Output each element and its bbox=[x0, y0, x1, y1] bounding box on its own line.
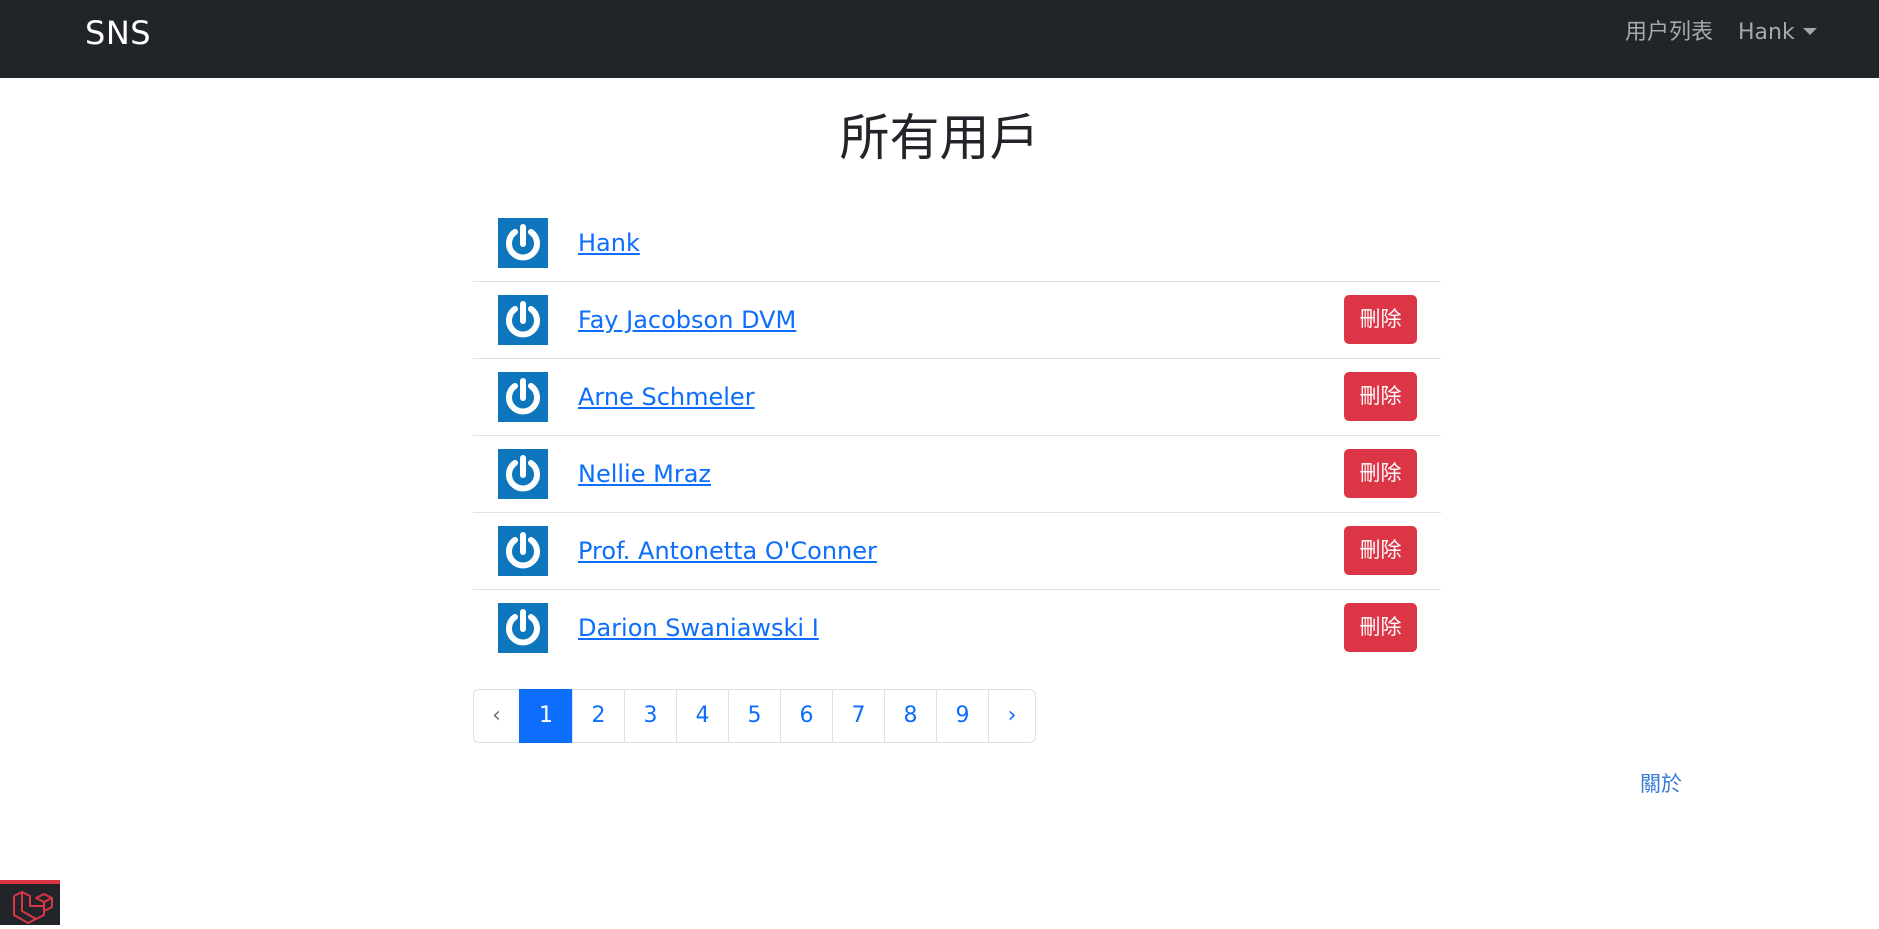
top-navbar: SNS 用户列表 Hank bbox=[0, 0, 1879, 78]
pagination: ‹ 1 2 3 4 5 6 7 8 9 › bbox=[473, 689, 1036, 743]
power-icon bbox=[498, 526, 548, 576]
power-icon bbox=[498, 218, 548, 268]
user-link[interactable]: Nellie Mraz bbox=[578, 460, 711, 488]
page-title: 所有用戶 bbox=[839, 109, 1040, 167]
list-item: Hank bbox=[473, 205, 1441, 282]
list-item: Nellie Mraz 刪除 bbox=[473, 436, 1441, 513]
pagination-page-7[interactable]: 7 bbox=[832, 689, 885, 743]
delete-button[interactable]: 刪除 bbox=[1344, 295, 1417, 344]
pagination-next[interactable]: › bbox=[988, 689, 1036, 743]
pagination-page-1[interactable]: 1 bbox=[519, 689, 573, 743]
delete-button[interactable]: 刪除 bbox=[1344, 372, 1417, 421]
delete-button[interactable]: 刪除 bbox=[1344, 603, 1417, 652]
delete-button[interactable]: 刪除 bbox=[1344, 526, 1417, 575]
user-link[interactable]: Arne Schmeler bbox=[578, 383, 755, 411]
power-icon bbox=[498, 295, 548, 345]
laravel-logo-icon[interactable] bbox=[0, 880, 60, 925]
current-user-name: Hank bbox=[1738, 20, 1795, 45]
user-link[interactable]: Hank bbox=[578, 229, 640, 257]
brand-logo[interactable]: SNS bbox=[85, 14, 151, 52]
list-item: Prof. Antonetta O'Conner 刪除 bbox=[473, 513, 1441, 590]
list-item: Arne Schmeler 刪除 bbox=[473, 359, 1441, 436]
user-list: Hank Fay Jacobson DVM 刪除 Arne Schmeler 刪… bbox=[473, 205, 1441, 666]
user-link[interactable]: Prof. Antonetta O'Conner bbox=[578, 537, 877, 565]
user-link[interactable]: Darion Swaniawski I bbox=[578, 614, 819, 642]
pagination-page-9[interactable]: 9 bbox=[936, 689, 989, 743]
pagination-page-8[interactable]: 8 bbox=[884, 689, 937, 743]
chevron-down-icon bbox=[1802, 28, 1817, 35]
power-icon bbox=[498, 603, 548, 653]
pagination-page-3[interactable]: 3 bbox=[624, 689, 677, 743]
pagination-page-5[interactable]: 5 bbox=[728, 689, 781, 743]
pagination-prev[interactable]: ‹ bbox=[473, 689, 520, 743]
user-dropdown-toggle[interactable]: Hank bbox=[1738, 20, 1817, 46]
power-icon bbox=[498, 372, 548, 422]
list-item: Fay Jacobson DVM 刪除 bbox=[473, 282, 1441, 359]
pagination-page-4[interactable]: 4 bbox=[676, 689, 729, 743]
pagination-page-2[interactable]: 2 bbox=[572, 689, 625, 743]
user-link[interactable]: Fay Jacobson DVM bbox=[578, 306, 796, 334]
delete-button[interactable]: 刪除 bbox=[1344, 449, 1417, 498]
pagination-page-6[interactable]: 6 bbox=[780, 689, 833, 743]
list-item: Darion Swaniawski I 刪除 bbox=[473, 590, 1441, 666]
nav-user-list-link[interactable]: 用户列表 bbox=[1625, 20, 1713, 46]
power-icon bbox=[498, 449, 548, 499]
about-link[interactable]: 關於 bbox=[1640, 771, 1682, 797]
